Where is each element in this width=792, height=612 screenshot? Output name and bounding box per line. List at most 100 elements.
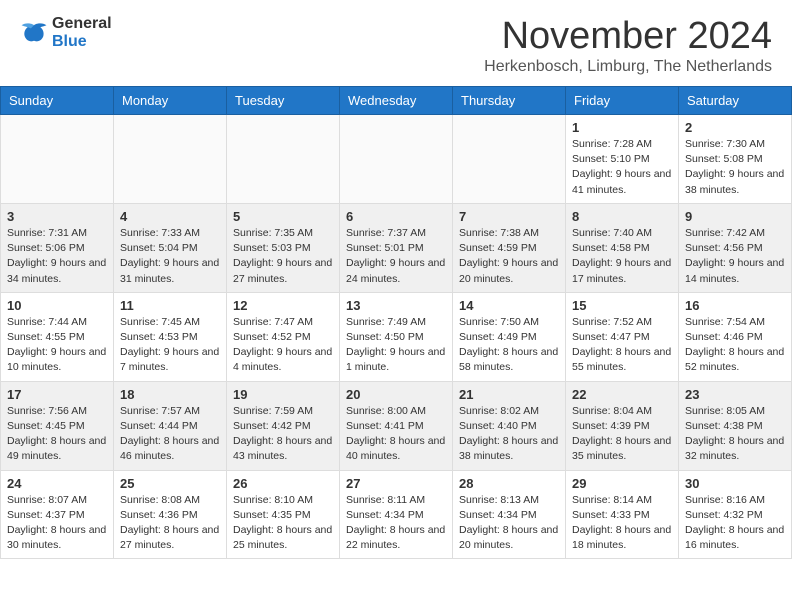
day-number: 5 [233,209,333,224]
calendar-cell: 10 Sunrise: 7:44 AM Sunset: 4:55 PM Dayli… [1,292,114,381]
calendar-cell: 18 Sunrise: 7:57 AM Sunset: 4:44 PM Dayli… [114,381,227,470]
day-number: 13 [346,298,446,313]
calendar-cell [340,115,453,204]
day-number: 15 [572,298,672,313]
month-title: November 2024 [484,15,772,58]
day-info: Sunrise: 7:44 AM Sunset: 4:55 PM Dayligh… [7,315,107,376]
logo-bird-icon [20,22,48,44]
day-number: 23 [685,387,785,402]
calendar-cell: 26 Sunrise: 8:10 AM Sunset: 4:35 PM Dayli… [227,470,340,559]
day-info: Sunrise: 8:04 AM Sunset: 4:39 PM Dayligh… [572,404,672,465]
calendar-cell: 17 Sunrise: 7:56 AM Sunset: 4:45 PM Dayli… [1,381,114,470]
day-info: Sunrise: 7:33 AM Sunset: 5:04 PM Dayligh… [120,226,220,287]
calendar-cell: 11 Sunrise: 7:45 AM Sunset: 4:53 PM Dayli… [114,292,227,381]
day-info: Sunrise: 8:00 AM Sunset: 4:41 PM Dayligh… [346,404,446,465]
day-number: 1 [572,120,672,135]
day-number: 27 [346,476,446,491]
logo-text: General Blue [52,15,112,51]
day-number: 18 [120,387,220,402]
day-info: Sunrise: 7:28 AM Sunset: 5:10 PM Dayligh… [572,137,672,198]
day-number: 12 [233,298,333,313]
logo: General Blue [20,15,112,51]
day-info: Sunrise: 7:38 AM Sunset: 4:59 PM Dayligh… [459,226,559,287]
calendar-week-row: 3Sunrise: 7:31 AM Sunset: 5:06 PM Daylig… [1,203,792,292]
calendar-cell: 12 Sunrise: 7:47 AM Sunset: 4:52 PM Dayli… [227,292,340,381]
day-number: 11 [120,298,220,313]
location-subtitle: Herkenbosch, Limburg, The Netherlands [484,58,772,76]
day-info: Sunrise: 8:02 AM Sunset: 4:40 PM Dayligh… [459,404,559,465]
calendar-cell [114,115,227,204]
calendar-cell: 21 Sunrise: 8:02 AM Sunset: 4:40 PM Dayli… [453,381,566,470]
day-number: 7 [459,209,559,224]
title-area: November 2024 Herkenbosch, Limburg, The … [484,15,772,76]
calendar-cell: 7 Sunrise: 7:38 AM Sunset: 4:59 PM Daylig… [453,203,566,292]
calendar-cell [1,115,114,204]
calendar-cell: 2 Sunrise: 7:30 AM Sunset: 5:08 PM Daylig… [679,115,792,204]
day-info: Sunrise: 7:47 AM Sunset: 4:52 PM Dayligh… [233,315,333,376]
calendar-cell: 29 Sunrise: 8:14 AM Sunset: 4:33 PM Dayli… [566,470,679,559]
day-info: Sunrise: 7:56 AM Sunset: 4:45 PM Dayligh… [7,404,107,465]
calendar-cell: 6 Sunrise: 7:37 AM Sunset: 5:01 PM Daylig… [340,203,453,292]
day-number: 14 [459,298,559,313]
day-number: 10 [7,298,107,313]
calendar-cell: 20 Sunrise: 8:00 AM Sunset: 4:41 PM Dayli… [340,381,453,470]
day-info: Sunrise: 7:57 AM Sunset: 4:44 PM Dayligh… [120,404,220,465]
day-number: 25 [120,476,220,491]
calendar-cell: 8 Sunrise: 7:40 AM Sunset: 4:58 PM Daylig… [566,203,679,292]
calendar-cell [453,115,566,204]
day-info: Sunrise: 7:45 AM Sunset: 4:53 PM Dayligh… [120,315,220,376]
calendar-cell: 14 Sunrise: 7:50 AM Sunset: 4:49 PM Dayli… [453,292,566,381]
day-number: 24 [7,476,107,491]
day-info: Sunrise: 8:16 AM Sunset: 4:32 PM Dayligh… [685,493,785,554]
calendar-week-row: 1 Sunrise: 7:28 AM Sunset: 5:10 PM Daylig… [1,115,792,204]
calendar-cell: 15Sunrise: 7:52 AM Sunset: 4:47 PM Dayli… [566,292,679,381]
day-number: 21 [459,387,559,402]
column-header-sunday: Sunday [1,87,114,115]
calendar-cell: 4Sunrise: 7:33 AM Sunset: 5:04 PM Daylig… [114,203,227,292]
calendar-cell: 27 Sunrise: 8:11 AM Sunset: 4:34 PM Dayli… [340,470,453,559]
day-info: Sunrise: 7:40 AM Sunset: 4:58 PM Dayligh… [572,226,672,287]
day-info: Sunrise: 7:50 AM Sunset: 4:49 PM Dayligh… [459,315,559,376]
day-info: Sunrise: 8:05 AM Sunset: 4:38 PM Dayligh… [685,404,785,465]
calendar-cell: 5Sunrise: 7:35 AM Sunset: 5:03 PM Daylig… [227,203,340,292]
day-number: 29 [572,476,672,491]
column-header-tuesday: Tuesday [227,87,340,115]
page-header: General Blue November 2024 Herkenbosch, … [0,0,792,86]
day-info: Sunrise: 7:37 AM Sunset: 5:01 PM Dayligh… [346,226,446,287]
day-info: Sunrise: 7:42 AM Sunset: 4:56 PM Dayligh… [685,226,785,287]
day-number: 19 [233,387,333,402]
calendar-cell: 9 Sunrise: 7:42 AM Sunset: 4:56 PM Daylig… [679,203,792,292]
day-number: 3 [7,209,107,224]
day-number: 20 [346,387,446,402]
day-info: Sunrise: 8:14 AM Sunset: 4:33 PM Dayligh… [572,493,672,554]
day-info: Sunrise: 7:54 AM Sunset: 4:46 PM Dayligh… [685,315,785,376]
day-info: Sunrise: 8:13 AM Sunset: 4:34 PM Dayligh… [459,493,559,554]
calendar-cell [227,115,340,204]
calendar-cell: 22 Sunrise: 8:04 AM Sunset: 4:39 PM Dayli… [566,381,679,470]
calendar-cell: 24Sunrise: 8:07 AM Sunset: 4:37 PM Dayli… [1,470,114,559]
day-number: 17 [7,387,107,402]
day-number: 16 [685,298,785,313]
day-info: Sunrise: 8:10 AM Sunset: 4:35 PM Dayligh… [233,493,333,554]
day-number: 22 [572,387,672,402]
column-header-monday: Monday [114,87,227,115]
day-number: 30 [685,476,785,491]
day-info: Sunrise: 8:11 AM Sunset: 4:34 PM Dayligh… [346,493,446,554]
day-info: Sunrise: 7:30 AM Sunset: 5:08 PM Dayligh… [685,137,785,198]
calendar-cell: 3Sunrise: 7:31 AM Sunset: 5:06 PM Daylig… [1,203,114,292]
calendar-cell: 16 Sunrise: 7:54 AM Sunset: 4:46 PM Dayli… [679,292,792,381]
day-number: 2 [685,120,785,135]
calendar-cell: 28Sunrise: 8:13 AM Sunset: 4:34 PM Dayli… [453,470,566,559]
column-header-wednesday: Wednesday [340,87,453,115]
calendar-table: SundayMondayTuesdayWednesdayThursdayFrid… [0,86,792,559]
day-number: 6 [346,209,446,224]
column-header-thursday: Thursday [453,87,566,115]
day-number: 8 [572,209,672,224]
column-header-friday: Friday [566,87,679,115]
calendar-header-row: SundayMondayTuesdayWednesdayThursdayFrid… [1,87,792,115]
day-info: Sunrise: 7:49 AM Sunset: 4:50 PM Dayligh… [346,315,446,376]
day-number: 9 [685,209,785,224]
calendar-cell: 1 Sunrise: 7:28 AM Sunset: 5:10 PM Daylig… [566,115,679,204]
calendar-cell: 13 Sunrise: 7:49 AM Sunset: 4:50 PM Dayli… [340,292,453,381]
day-number: 26 [233,476,333,491]
